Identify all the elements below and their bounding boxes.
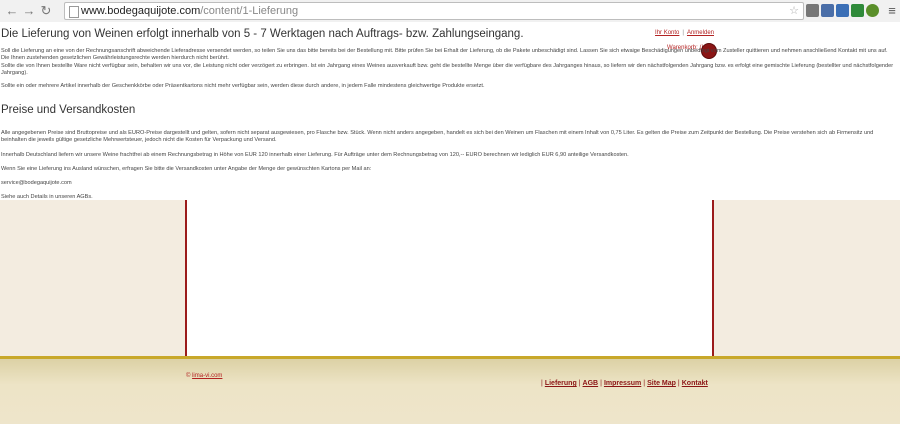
paragraph-shipping-germany: Innerhalb Deutschland liefern wir unsere… bbox=[1, 152, 629, 158]
forward-icon[interactable]: → bbox=[21, 3, 37, 19]
page-icon bbox=[69, 6, 79, 18]
extension-icon-3[interactable] bbox=[836, 4, 849, 17]
back-icon[interactable]: ← bbox=[4, 3, 20, 19]
paragraph-delivery-address: Soll die Lieferung an eine von der Rechn… bbox=[1, 48, 888, 61]
browser-toolbar: ← → ↻ www.bodegaquijote.com/content/1-Li… bbox=[0, 0, 900, 23]
right-panel bbox=[714, 200, 900, 356]
account-links: Ihr Konto | Anmelden bbox=[655, 30, 714, 36]
page-content: Die Lieferung von Weinen erfolgt innerha… bbox=[0, 22, 900, 200]
paragraph-gift-baskets: Sollte ein oder mehrere Artikel innerhal… bbox=[1, 83, 485, 89]
menu-icon[interactable]: ≡ bbox=[884, 3, 900, 19]
extension-icon-1[interactable] bbox=[806, 4, 819, 17]
separator: | bbox=[682, 30, 684, 36]
footer-link-kontakt[interactable]: Kontakt bbox=[680, 380, 710, 387]
copyright: © lima-vi.com bbox=[186, 373, 222, 379]
copyright-link[interactable]: lima-vi.com bbox=[192, 373, 222, 379]
paragraph-prices: Alle angegebenen Preise sind Bruttopreis… bbox=[1, 130, 874, 143]
footer-link-impressum[interactable]: Impressum bbox=[602, 380, 643, 387]
star-icon[interactable]: ☆ bbox=[789, 3, 799, 19]
service-email[interactable]: service@bodegaquijote.com bbox=[1, 180, 897, 187]
page-title: Die Lieferung von Weinen erfolgt innerha… bbox=[1, 28, 524, 40]
url-host: www.bodegaquijote.com bbox=[81, 5, 201, 17]
account-link[interactable]: Ihr Konto bbox=[655, 30, 679, 36]
extension-icon-2[interactable] bbox=[821, 4, 834, 17]
footer-links: | Lieferung | AGB | Impressum | Site Map | Kontak… bbox=[541, 380, 710, 387]
footer: © lima-vi.com | Lieferung | AGB | Impressum | S… bbox=[0, 359, 900, 424]
main-column bbox=[187, 200, 712, 356]
url-text[interactable]: www.bodegaquijote.com/content/1-Lieferun… bbox=[81, 3, 298, 19]
section-title-prices: Preise und Versandkosten bbox=[1, 104, 136, 116]
extension-icon-4[interactable] bbox=[851, 4, 864, 17]
login-link[interactable]: Anmelden bbox=[687, 30, 714, 36]
address-bar[interactable]: www.bodegaquijote.com/content/1-Lieferun… bbox=[64, 2, 804, 20]
eye-icon[interactable] bbox=[866, 4, 879, 17]
footer-link-agb[interactable]: AGB bbox=[581, 380, 601, 387]
footer-link-sitemap[interactable]: Site Map bbox=[645, 380, 678, 387]
reload-icon[interactable]: ↻ bbox=[38, 3, 54, 19]
paragraph-availability: Sollte die von Ihnen bestellte Ware nich… bbox=[1, 63, 894, 76]
paragraph-shipping-abroad: Wenn Sie eine Lieferung ins Ausland wüns… bbox=[1, 166, 372, 172]
footer-link-lieferung[interactable]: Lieferung bbox=[543, 380, 579, 387]
copyright-symbol: © bbox=[186, 373, 191, 379]
left-panel bbox=[0, 200, 185, 356]
url-path: /content/1-Lieferung bbox=[200, 5, 299, 17]
